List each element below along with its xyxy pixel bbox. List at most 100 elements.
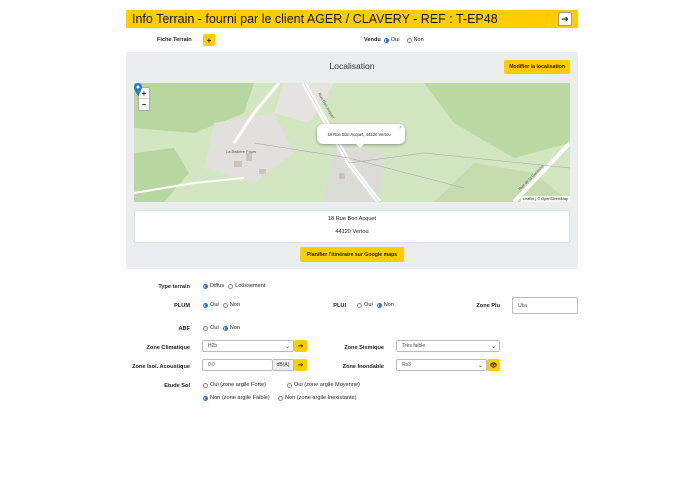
zone-inondable-select[interactable]: Rs3 ⌄ [396, 359, 487, 371]
popup-address: 18 Rue Bon Acquet, 44120 Vertou [327, 131, 391, 137]
abf-oui-label: Oui [210, 325, 219, 331]
abf-non-label: Non [229, 325, 240, 331]
vendu-group: Vendu Oui Non [364, 37, 428, 43]
arrow-right-icon: ➔ [297, 362, 304, 369]
plui-oui-radio[interactable]: Oui [357, 302, 373, 308]
zone-isol-go-button[interactable]: ➔ [294, 359, 307, 371]
zone-sismique-value: Très faible [402, 343, 426, 349]
zone-climatique-value: H2b [208, 343, 218, 349]
radio-unchecked[interactable] [278, 395, 283, 401]
type-diffus-label: Diffus [210, 283, 225, 289]
vendu-non-label: Non [413, 37, 424, 43]
map-marker-icon[interactable] [134, 83, 142, 96]
map-place-label: La Baillère Fours [226, 149, 257, 154]
plum-group: Oui Non [203, 302, 244, 308]
map-popup: 18 Rue Bon Acquet, 44120 Vertou × [317, 124, 405, 148]
plan-route-button[interactable]: Planifier l'itinéraire sur Google maps [300, 247, 404, 262]
map[interactable]: La Baillère Fours Rue Bon Acquet Rue de … [134, 83, 570, 202]
eye-icon: 👁 [489, 362, 498, 369]
zone-isol-input[interactable]: 0.0 [202, 359, 273, 371]
zone-inondable-label: Zone Inondable [342, 364, 384, 370]
etude-sol-label: Etude Sol [164, 383, 190, 389]
next-button[interactable]: ➔ [558, 12, 572, 26]
vendu-oui-radio[interactable]: Oui [383, 37, 400, 43]
etude-sol-faible-label: Non (zone argile Faible) [210, 395, 270, 401]
type-lotissement-label: Lotissement [235, 283, 266, 289]
chevron-down-icon: ⌄ [284, 344, 290, 350]
plum-oui-radio[interactable]: Oui [203, 302, 219, 308]
radio-checked[interactable] [203, 302, 208, 308]
plum-non-radio[interactable]: Non [222, 302, 240, 308]
modify-location-button[interactable]: Modifier la localisation [504, 60, 570, 74]
etude-sol-moyenne-radio[interactable]: Oui (zone argile Moyenne) [287, 382, 360, 388]
fiche-row: Fiche Terrain + Vendu Oui Non [126, 34, 578, 48]
etude-sol-group-row1: Oui (zone argile Forte) Oui (zone argile… [203, 382, 364, 388]
zone-isol-unit: dB(A) [273, 359, 294, 371]
type-lotissement-radio[interactable]: Lotissement [228, 283, 265, 289]
radio-unchecked[interactable] [406, 37, 412, 43]
plum-label: PLUM [174, 303, 190, 309]
address-box: 18 Rue Bon Acquet 44120 Vertou [134, 210, 570, 243]
etude-sol-inexistante-radio[interactable]: Non (zone argile Inexistante) [278, 395, 357, 401]
radio-unchecked[interactable] [203, 325, 208, 331]
popup-close-icon[interactable]: × [399, 125, 402, 131]
radio-unchecked[interactable] [228, 283, 234, 289]
address-city: 44120 Vertou [335, 229, 369, 235]
abf-label: ABF [178, 326, 191, 332]
abf-group: Oui Non [203, 325, 244, 331]
radio-checked[interactable] [376, 302, 382, 308]
page-header: Info Terrain - fourni par le client AGER… [126, 10, 578, 28]
chevron-down-icon: ⌄ [477, 363, 483, 369]
zone-climatique-label: Zone Climatique [146, 345, 190, 351]
etude-sol-group-row2: Non (zone argile Faible) Non (zone argil… [203, 395, 361, 401]
address-street: 18 Rue Bon Acquet [327, 216, 377, 222]
etude-sol-moyenne-label: Oui (zone argile Moyenne) [294, 382, 360, 388]
zone-inondable-view-button[interactable]: 👁 [487, 359, 500, 371]
type-diffus-radio[interactable]: Diffus [203, 283, 224, 289]
plui-label: PLUI [333, 303, 346, 309]
vendu-oui-label: Oui [390, 37, 400, 43]
zone-sismique-select[interactable]: Très faible ⌄ [396, 340, 500, 352]
etude-sol-faible-radio[interactable]: Non (zone argile Faible) [203, 395, 274, 401]
zone-plu-label: Zone Plu [476, 303, 500, 309]
arrow-right-icon: ➔ [297, 343, 304, 350]
plui-non-radio[interactable]: Non [376, 302, 394, 308]
etude-sol-inexistante-label: Non (zone argile Inexistante) [285, 395, 357, 401]
radio-unchecked[interactable] [203, 382, 208, 388]
zone-climatique-go-button[interactable]: ➔ [294, 340, 307, 352]
plui-group: Oui Non [357, 302, 398, 308]
plui-non-label: Non [383, 302, 394, 308]
vendu-non-radio[interactable]: Non [406, 37, 424, 43]
fiche-terrain-label: Fiche Terrain [157, 37, 192, 43]
radio-unchecked[interactable] [287, 382, 292, 388]
zone-inondable-value: Rs3 [402, 362, 411, 368]
type-terrain-group: Diffus Lotissement [203, 283, 269, 289]
zone-isol-label: Zone Isol. Acoustique [132, 364, 190, 370]
abf-non-radio[interactable]: Non [222, 325, 240, 331]
zone-sismique-label: Zone Sismique [344, 345, 384, 351]
etude-sol-forte-radio[interactable]: Oui (zone argile Forte) [203, 382, 283, 388]
radio-unchecked[interactable] [222, 302, 228, 308]
zoom-out-button[interactable]: − [139, 99, 149, 110]
zone-climatique-select[interactable]: H2b ⌄ [202, 340, 294, 352]
add-fiche-button[interactable]: + [203, 34, 215, 46]
abf-oui-radio[interactable]: Oui [203, 325, 219, 331]
plum-oui-label: Oui [210, 302, 219, 308]
plum-non-label: Non [229, 302, 240, 308]
zone-plu-input[interactable]: Uba [512, 297, 578, 314]
arrow-right-icon: ➔ [561, 13, 569, 24]
radio-checked[interactable] [383, 37, 389, 43]
plus-icon: + [206, 35, 212, 45]
page-title: Info Terrain - fourni par le client AGER… [132, 12, 498, 26]
radio-checked[interactable] [203, 283, 208, 289]
vendu-label: Vendu [364, 37, 381, 43]
map-attribution[interactable]: Leaflet | © OpenStreetMap [520, 196, 570, 202]
radio-checked[interactable] [222, 325, 228, 331]
type-terrain-label: Type terrain [158, 284, 190, 290]
chevron-down-icon: ⌄ [490, 344, 496, 350]
radio-unchecked[interactable] [357, 302, 362, 308]
plui-oui-label: Oui [364, 302, 373, 308]
radio-checked[interactable] [203, 395, 208, 401]
localisation-panel: Localisation Modifier la localisation La… [126, 52, 578, 269]
etude-sol-forte-label: Oui (zone argile Forte) [210, 382, 266, 388]
